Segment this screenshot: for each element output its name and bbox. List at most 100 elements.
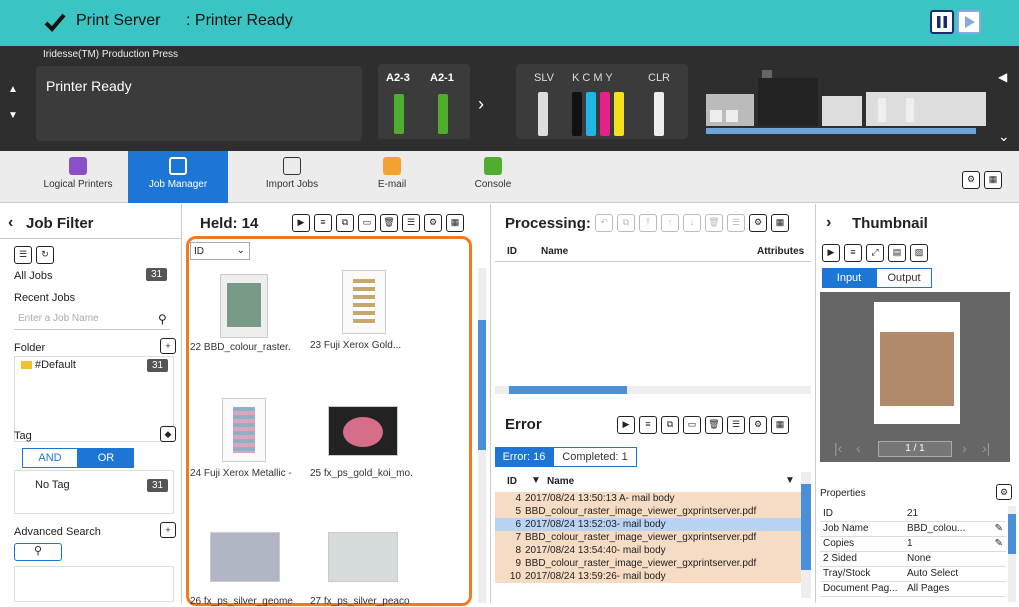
pdf-button[interactable]: ▭ bbox=[683, 416, 701, 434]
preview-button[interactable]: ▨ bbox=[910, 244, 928, 262]
print-button[interactable]: ▶ bbox=[292, 214, 310, 232]
tab-job-manager[interactable]: Job Manager bbox=[128, 151, 228, 203]
edit-icon[interactable]: ✎ bbox=[991, 521, 1006, 537]
grid-view-button[interactable]: ▦ bbox=[446, 214, 464, 232]
next-page-icon[interactable]: › bbox=[962, 440, 967, 456]
job-thumbnail[interactable] bbox=[328, 406, 398, 456]
list-view-button[interactable]: ☰ bbox=[402, 214, 420, 232]
delete-button[interactable]: 🗑 bbox=[380, 214, 398, 232]
tab-logical-printers[interactable]: Logical Printers bbox=[28, 151, 128, 203]
table-row[interactable]: 8 2017/08/24 13:54:40- mail body bbox=[495, 544, 801, 557]
down-button[interactable]: ↓ bbox=[683, 214, 701, 232]
folder-add-button[interactable]: + bbox=[160, 338, 176, 354]
copy-button[interactable]: ⧉ bbox=[661, 416, 679, 434]
job-thumbnail[interactable] bbox=[210, 532, 280, 582]
job-thumbnail[interactable] bbox=[222, 398, 266, 462]
property-row[interactable]: Tray/Stock Auto Select bbox=[820, 566, 1006, 582]
copy-button[interactable]: ⧉ bbox=[617, 214, 635, 232]
search-icon[interactable]: ⚲ bbox=[158, 312, 167, 326]
properties-button[interactable]: ≡ bbox=[844, 244, 862, 262]
no-tag[interactable]: No Tag bbox=[35, 479, 70, 491]
job-thumbnail[interactable] bbox=[328, 532, 398, 582]
job-thumbnail[interactable] bbox=[220, 274, 268, 338]
error-scrollbar[interactable] bbox=[801, 472, 811, 598]
sort-select[interactable]: ID ⌄ bbox=[190, 242, 250, 260]
grid-view-button[interactable]: ▦ bbox=[771, 214, 789, 232]
delete-button[interactable]: 🗑 bbox=[705, 416, 723, 434]
collapse-icon[interactable]: ‹ bbox=[8, 214, 13, 232]
properties-button[interactable]: ≡ bbox=[314, 214, 332, 232]
undo-button[interactable]: ↶ bbox=[595, 214, 613, 232]
input-tab[interactable]: Input bbox=[822, 268, 876, 288]
table-row[interactable]: 10 2017/08/24 13:59:26- mail body bbox=[495, 570, 801, 583]
up-button[interactable]: ↑ bbox=[661, 214, 679, 232]
chevron-right-icon[interactable]: › bbox=[478, 94, 484, 115]
edit-icon[interactable]: ✎ bbox=[991, 536, 1006, 552]
scroll-up-icon[interactable]: ▲ bbox=[8, 84, 18, 95]
filter-icon[interactable]: ▼ bbox=[785, 475, 795, 486]
scroll-down-icon[interactable]: ▼ bbox=[8, 110, 18, 121]
held-scrollbar[interactable] bbox=[478, 268, 486, 603]
property-row[interactable]: Copies 1 ✎ bbox=[820, 536, 1006, 552]
and-toggle[interactable]: AND bbox=[22, 448, 78, 468]
play-button[interactable] bbox=[957, 10, 981, 34]
table-row[interactable]: 6 2017/08/24 13:52:03- mail body bbox=[495, 518, 801, 531]
edit-icon[interactable] bbox=[991, 551, 1006, 567]
job-thumbnail[interactable] bbox=[342, 270, 386, 334]
tab-email[interactable]: E-mail bbox=[342, 151, 442, 203]
processing-scrollbar[interactable] bbox=[495, 386, 811, 394]
filter-list-button[interactable]: ☰ bbox=[14, 246, 32, 264]
delete-button[interactable]: 🗑 bbox=[705, 214, 723, 232]
properties-scrollbar[interactable] bbox=[1008, 506, 1016, 602]
layout-button[interactable]: ▦ bbox=[984, 171, 1002, 189]
edit-icon[interactable] bbox=[991, 506, 1006, 522]
copy-button[interactable]: ⧉ bbox=[336, 214, 354, 232]
last-page-icon[interactable]: ›| bbox=[982, 440, 990, 456]
or-toggle[interactable]: OR bbox=[78, 448, 134, 468]
add-search-button[interactable]: + bbox=[160, 522, 176, 538]
print-button[interactable]: ▶ bbox=[617, 416, 635, 434]
tab-console[interactable]: Console bbox=[463, 151, 523, 203]
recent-jobs[interactable]: Recent Jobs bbox=[14, 292, 75, 304]
settings-button[interactable]: ⚙ bbox=[962, 171, 980, 189]
filter-icon[interactable]: ▼ bbox=[531, 475, 541, 486]
properties-button[interactable]: ≡ bbox=[639, 416, 657, 434]
all-jobs[interactable]: All Jobs bbox=[14, 270, 53, 282]
first-page-icon[interactable]: |‹ bbox=[834, 440, 842, 456]
job-name-search[interactable]: Enter a Job Name bbox=[14, 310, 170, 330]
advanced-search-button[interactable]: ⚲ bbox=[14, 543, 62, 561]
settings-button[interactable]: ⚙ bbox=[749, 416, 767, 434]
pdf-button[interactable]: ▭ bbox=[358, 214, 376, 232]
chevron-down-icon[interactable]: ⌄ bbox=[998, 128, 1010, 145]
table-row[interactable]: 7 BBD_colour_raster_image_viewer_gxprints… bbox=[495, 531, 801, 544]
property-row[interactable]: Document Pag... All Pages bbox=[820, 581, 1006, 597]
grid-view-button[interactable]: ▦ bbox=[771, 416, 789, 434]
table-row[interactable]: 5 BBD_colour_raster_image_viewer_gxprints… bbox=[495, 505, 801, 518]
fit-button[interactable]: ⤢ bbox=[866, 244, 884, 262]
list-view-button[interactable]: ☰ bbox=[727, 214, 745, 232]
default-folder[interactable]: #Default bbox=[35, 359, 76, 371]
settings-button[interactable]: ⚙ bbox=[424, 214, 442, 232]
refresh-button[interactable]: ↻ bbox=[36, 246, 54, 264]
tab-completed[interactable]: Completed: 1 bbox=[553, 447, 637, 467]
print-button[interactable]: ▶ bbox=[822, 244, 840, 262]
edit-icon[interactable] bbox=[991, 581, 1006, 597]
table-row[interactable]: 9 BBD_colour_raster_image_viewer_gxprints… bbox=[495, 557, 801, 570]
pause-button[interactable] bbox=[930, 10, 954, 34]
settings-button[interactable]: ⚙ bbox=[996, 484, 1012, 500]
edit-icon[interactable] bbox=[991, 566, 1006, 582]
property-row[interactable]: ID 21 bbox=[820, 506, 1006, 522]
top-button[interactable]: ⤒ bbox=[639, 214, 657, 232]
tab-error[interactable]: Error: 16 bbox=[495, 447, 553, 467]
property-row[interactable]: 2 Sided None bbox=[820, 551, 1006, 567]
caret-left-icon[interactable]: ◀ bbox=[998, 70, 1007, 84]
prev-page-icon[interactable]: ‹ bbox=[856, 440, 861, 456]
list-view-button[interactable]: ☰ bbox=[727, 416, 745, 434]
table-row[interactable]: 4 2017/08/24 13:50:13 A- mail body bbox=[495, 492, 801, 505]
expand-icon[interactable]: › bbox=[826, 214, 831, 232]
property-row[interactable]: Job Name BBD_colou... ✎ bbox=[820, 521, 1006, 537]
tab-import-jobs[interactable]: Import Jobs bbox=[242, 151, 342, 203]
output-tab[interactable]: Output bbox=[876, 268, 932, 288]
tag-icon[interactable]: ◆ bbox=[160, 426, 176, 442]
settings-button[interactable]: ⚙ bbox=[749, 214, 767, 232]
